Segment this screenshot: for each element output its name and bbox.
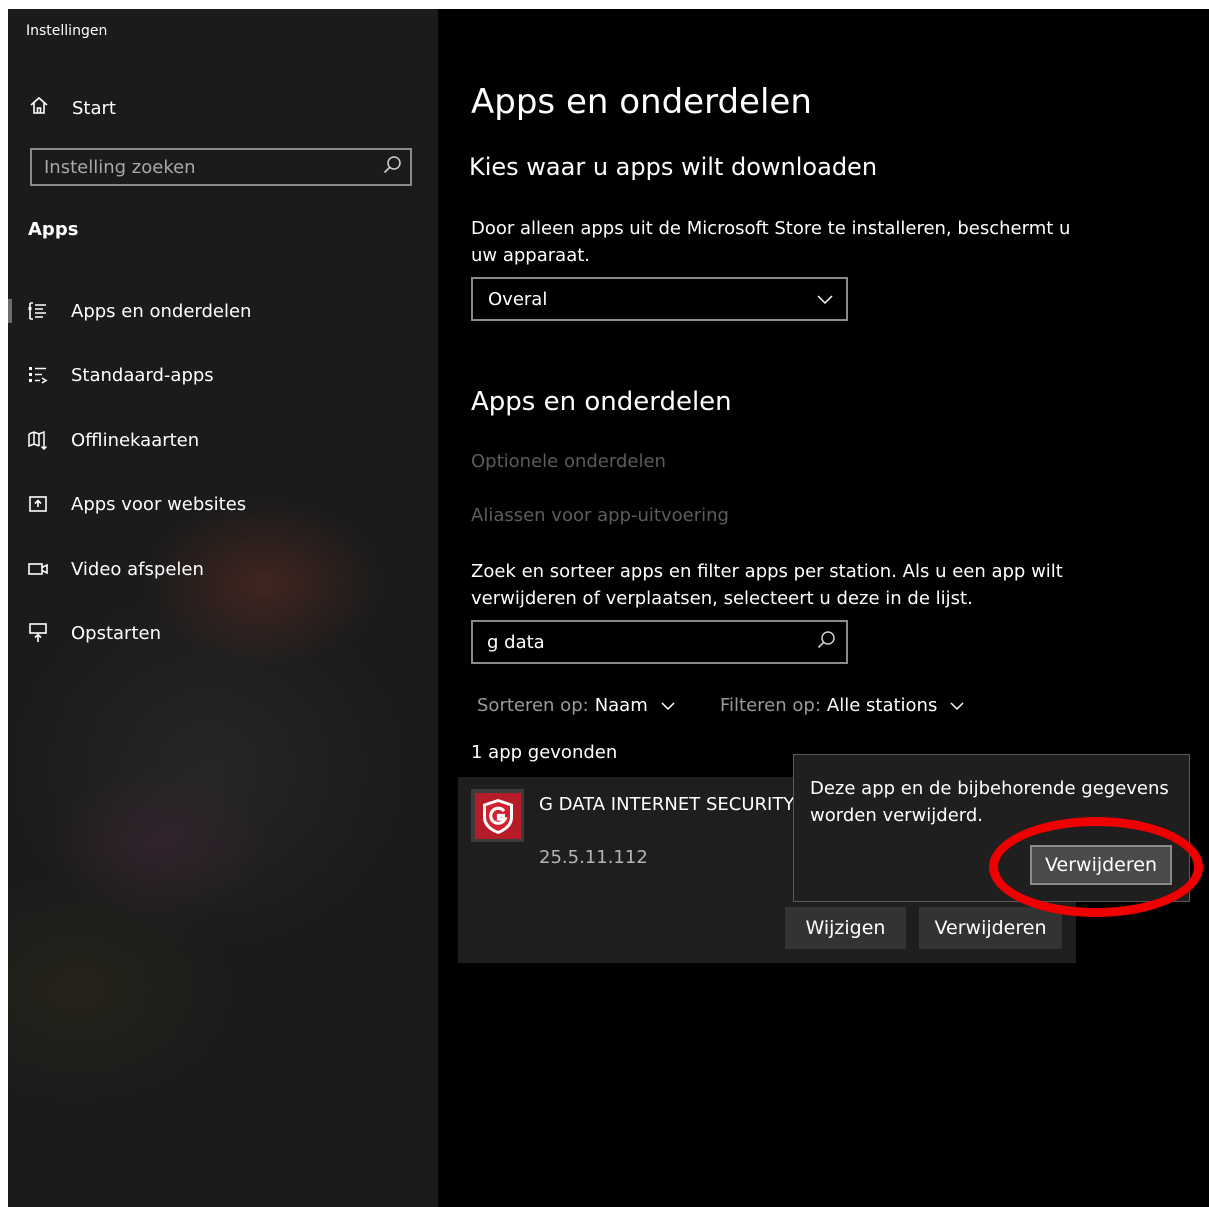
download-description: Door alleen apps uit de Microsoft Store … [471, 218, 1071, 266]
modify-button[interactable]: Wijzigen [785, 907, 906, 949]
settings-search-input[interactable]: Instelling zoeken [30, 148, 412, 186]
filter-value: Alle stations [826, 695, 938, 716]
confirm-uninstall-button[interactable]: Verwijderen [1030, 845, 1172, 885]
filter-label: Filteren op: [720, 695, 821, 716]
chevron-down-icon [660, 695, 676, 716]
app-name: G DATA INTERNET SECURITY [539, 794, 795, 815]
settings-search-placeholder: Instelling zoeken [44, 156, 196, 178]
sidebar-item-label: Video afspelen [71, 558, 204, 580]
uninstall-confirm-flyout: Deze app en de bijbehorende gegevens wor… [793, 754, 1190, 902]
default-apps-icon [27, 364, 49, 386]
apps-features-icon [27, 300, 49, 322]
home-label: Start [72, 97, 116, 119]
search-icon[interactable] [816, 630, 836, 654]
video-playback-icon [27, 558, 49, 580]
chevron-down-icon [816, 290, 834, 309]
sort-value: Naam [594, 695, 648, 716]
sidebar-item-label: Apps voor websites [71, 493, 247, 515]
sidebar-item-standaard-apps[interactable]: Standaard-apps [8, 353, 438, 397]
uninstall-confirm-message: Deze app en de bijbehorende gegevens wor… [810, 778, 1169, 826]
sort-label: Sorteren op: [477, 695, 589, 716]
uninstall-button[interactable]: Verwijderen [919, 907, 1062, 949]
optional-features-link[interactable]: Optionele onderdelen [471, 451, 666, 472]
sidebar-item-label: Apps en onderdelen [71, 300, 252, 322]
sort-dropdown[interactable]: Sorteren op: Naam [477, 695, 676, 716]
download-source-select[interactable]: Overal [471, 277, 848, 321]
apps-found-count: 1 app gevonden [471, 742, 618, 763]
sidebar-item-label: Opstarten [71, 622, 161, 644]
sidebar-item-video-afspelen[interactable]: Video afspelen [8, 547, 438, 591]
search-icon[interactable] [382, 155, 402, 179]
app-version: 25.5.11.112 [539, 847, 648, 868]
download-source-value: Overal [488, 288, 548, 310]
search-description: Zoek en sorteer apps en filter apps per … [471, 561, 1063, 609]
chevron-down-icon [949, 695, 965, 716]
sidebar-item-label: Offlinekaarten [71, 429, 200, 451]
sidebar-item-opstarten[interactable]: Opstarten [8, 611, 438, 655]
selection-indicator [8, 299, 12, 323]
sidebar-item-offlinekaarten[interactable]: Offlinekaarten [8, 418, 438, 462]
apps-section-heading: Apps en onderdelen [471, 387, 732, 417]
app-execution-aliases-link[interactable]: Aliassen voor app-uitvoering [471, 505, 729, 526]
settings-window: Instellingen Start Instelling zoeken App… [8, 9, 1209, 1207]
startup-icon [27, 622, 49, 644]
g-data-logo-icon [471, 789, 524, 842]
sidebar-item-apps-voor-websites[interactable]: Apps voor websites [8, 482, 438, 526]
page-title: Apps en onderdelen [471, 82, 812, 122]
app-search-value: g data [487, 631, 545, 653]
filter-dropdown[interactable]: Filteren op: Alle stations [720, 695, 965, 716]
sidebar-item-apps-en-onderdelen[interactable]: Apps en onderdelen [8, 289, 438, 333]
apps-for-websites-icon [27, 493, 49, 515]
home-icon [28, 95, 50, 121]
main-content: Apps en onderdelen Kies waar u apps wilt… [438, 9, 1209, 1207]
section-heading: Apps [28, 219, 79, 240]
window-title: Instellingen [26, 23, 108, 39]
download-heading: Kies waar u apps wilt downloaden [469, 153, 878, 181]
sidebar: Instellingen Start Instelling zoeken App… [8, 9, 438, 1207]
home-nav-item[interactable]: Start [28, 95, 116, 121]
app-search-input[interactable]: g data [471, 620, 848, 664]
sidebar-item-label: Standaard-apps [71, 364, 214, 386]
offline-maps-icon [27, 429, 49, 451]
